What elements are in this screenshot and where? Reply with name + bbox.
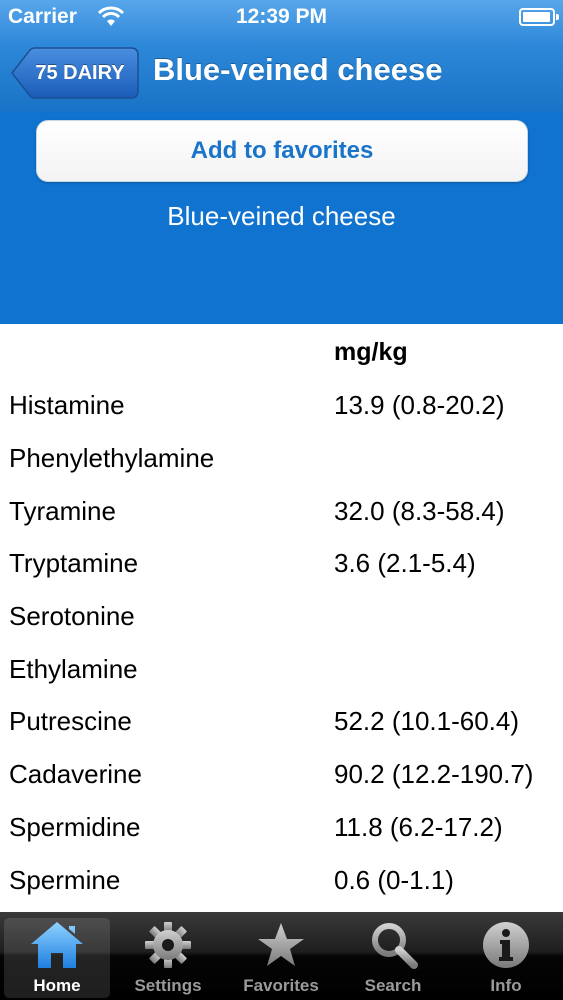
back-button-label: 75 DAIRY: [35, 62, 125, 84]
battery-icon: [519, 8, 559, 26]
tab-info[interactable]: Info: [453, 918, 559, 998]
tab-info-label: Info: [490, 976, 522, 995]
status-bar: Carrier 12:39 PM: [0, 0, 563, 36]
amine-name: Phenylethylamine: [9, 443, 215, 473]
unit-header: mg/kg: [334, 338, 408, 366]
tab-home[interactable]: Home: [4, 918, 110, 998]
table-row: Putrescine 52.2 (10.1-60.4): [0, 694, 563, 747]
table-row: Ethylamine: [0, 642, 563, 695]
amine-name: Putrescine: [9, 706, 132, 736]
amine-name: Spermine: [9, 865, 121, 895]
table-row: Tryptamine 3.6 (2.1-5.4): [0, 536, 563, 589]
food-name: Blue-veined cheese: [167, 201, 396, 231]
tab-favorites[interactable]: Favorites: [228, 918, 334, 998]
amine-value: 52.2 (10.1-60.4): [334, 706, 520, 736]
table-row: Phenylethylamine: [0, 431, 563, 484]
tab-bar: Home Settings Favorites Search Info: [0, 912, 563, 1000]
amine-value: 3.6 (2.1-5.4): [334, 548, 476, 578]
table-row: Histamine 13.9 (0.8-20.2): [0, 378, 563, 431]
table-row: Spermidine 11.8 (6.2-17.2): [0, 800, 563, 853]
tab-favorites-label: Favorites: [243, 976, 319, 995]
amine-table: mg/kg Histamine 13.9 (0.8-20.2) Phenylet…: [0, 324, 563, 916]
amine-name: Cadaverine: [9, 759, 142, 789]
table-row: Cadaverine 90.2 (12.2-190.7): [0, 747, 563, 800]
star-icon: [228, 920, 334, 972]
amine-name: Spermidine: [9, 812, 141, 842]
amine-name: Ethylamine: [9, 654, 138, 684]
page-title: Blue-veined cheese: [153, 52, 443, 87]
amine-value: 0.6 (0-1.1): [334, 865, 454, 895]
tab-settings-label: Settings: [134, 976, 202, 995]
amine-value: 90.2 (12.2-190.7): [334, 759, 534, 789]
table-row: Tyramine 32.0 (8.3-58.4): [0, 484, 563, 537]
add-to-favorites-button[interactable]: Add to favorites: [36, 120, 528, 182]
search-icon: [340, 920, 446, 972]
status-time: 12:39 PM: [235, 5, 328, 28]
tab-search[interactable]: Search: [340, 918, 446, 998]
amine-name: Tyramine: [9, 496, 116, 526]
amine-name: Tryptamine: [9, 548, 139, 578]
table-row: Serotonine: [0, 589, 563, 642]
back-button[interactable]: 75 DAIRY: [10, 47, 139, 99]
tab-settings[interactable]: Settings: [115, 918, 221, 998]
amine-value: 32.0 (8.3-58.4): [334, 496, 505, 526]
table-row: Spermine 0.6 (0-1.1): [0, 853, 563, 906]
amine-value: 11.8 (6.2-17.2): [334, 812, 503, 842]
tab-search-label: Search: [364, 976, 422, 995]
info-icon: [453, 920, 559, 972]
gear-icon: [115, 920, 221, 972]
amine-name: Serotonine: [9, 601, 135, 631]
tab-home-label: Home: [33, 976, 81, 995]
header: Carrier 12:39 PM 75 DAIRY Blue-veined ch…: [0, 0, 563, 112]
home-icon: [4, 920, 110, 972]
amine-name: Histamine: [9, 390, 125, 420]
amine-value: 13.9 (0.8-20.2): [334, 390, 505, 420]
